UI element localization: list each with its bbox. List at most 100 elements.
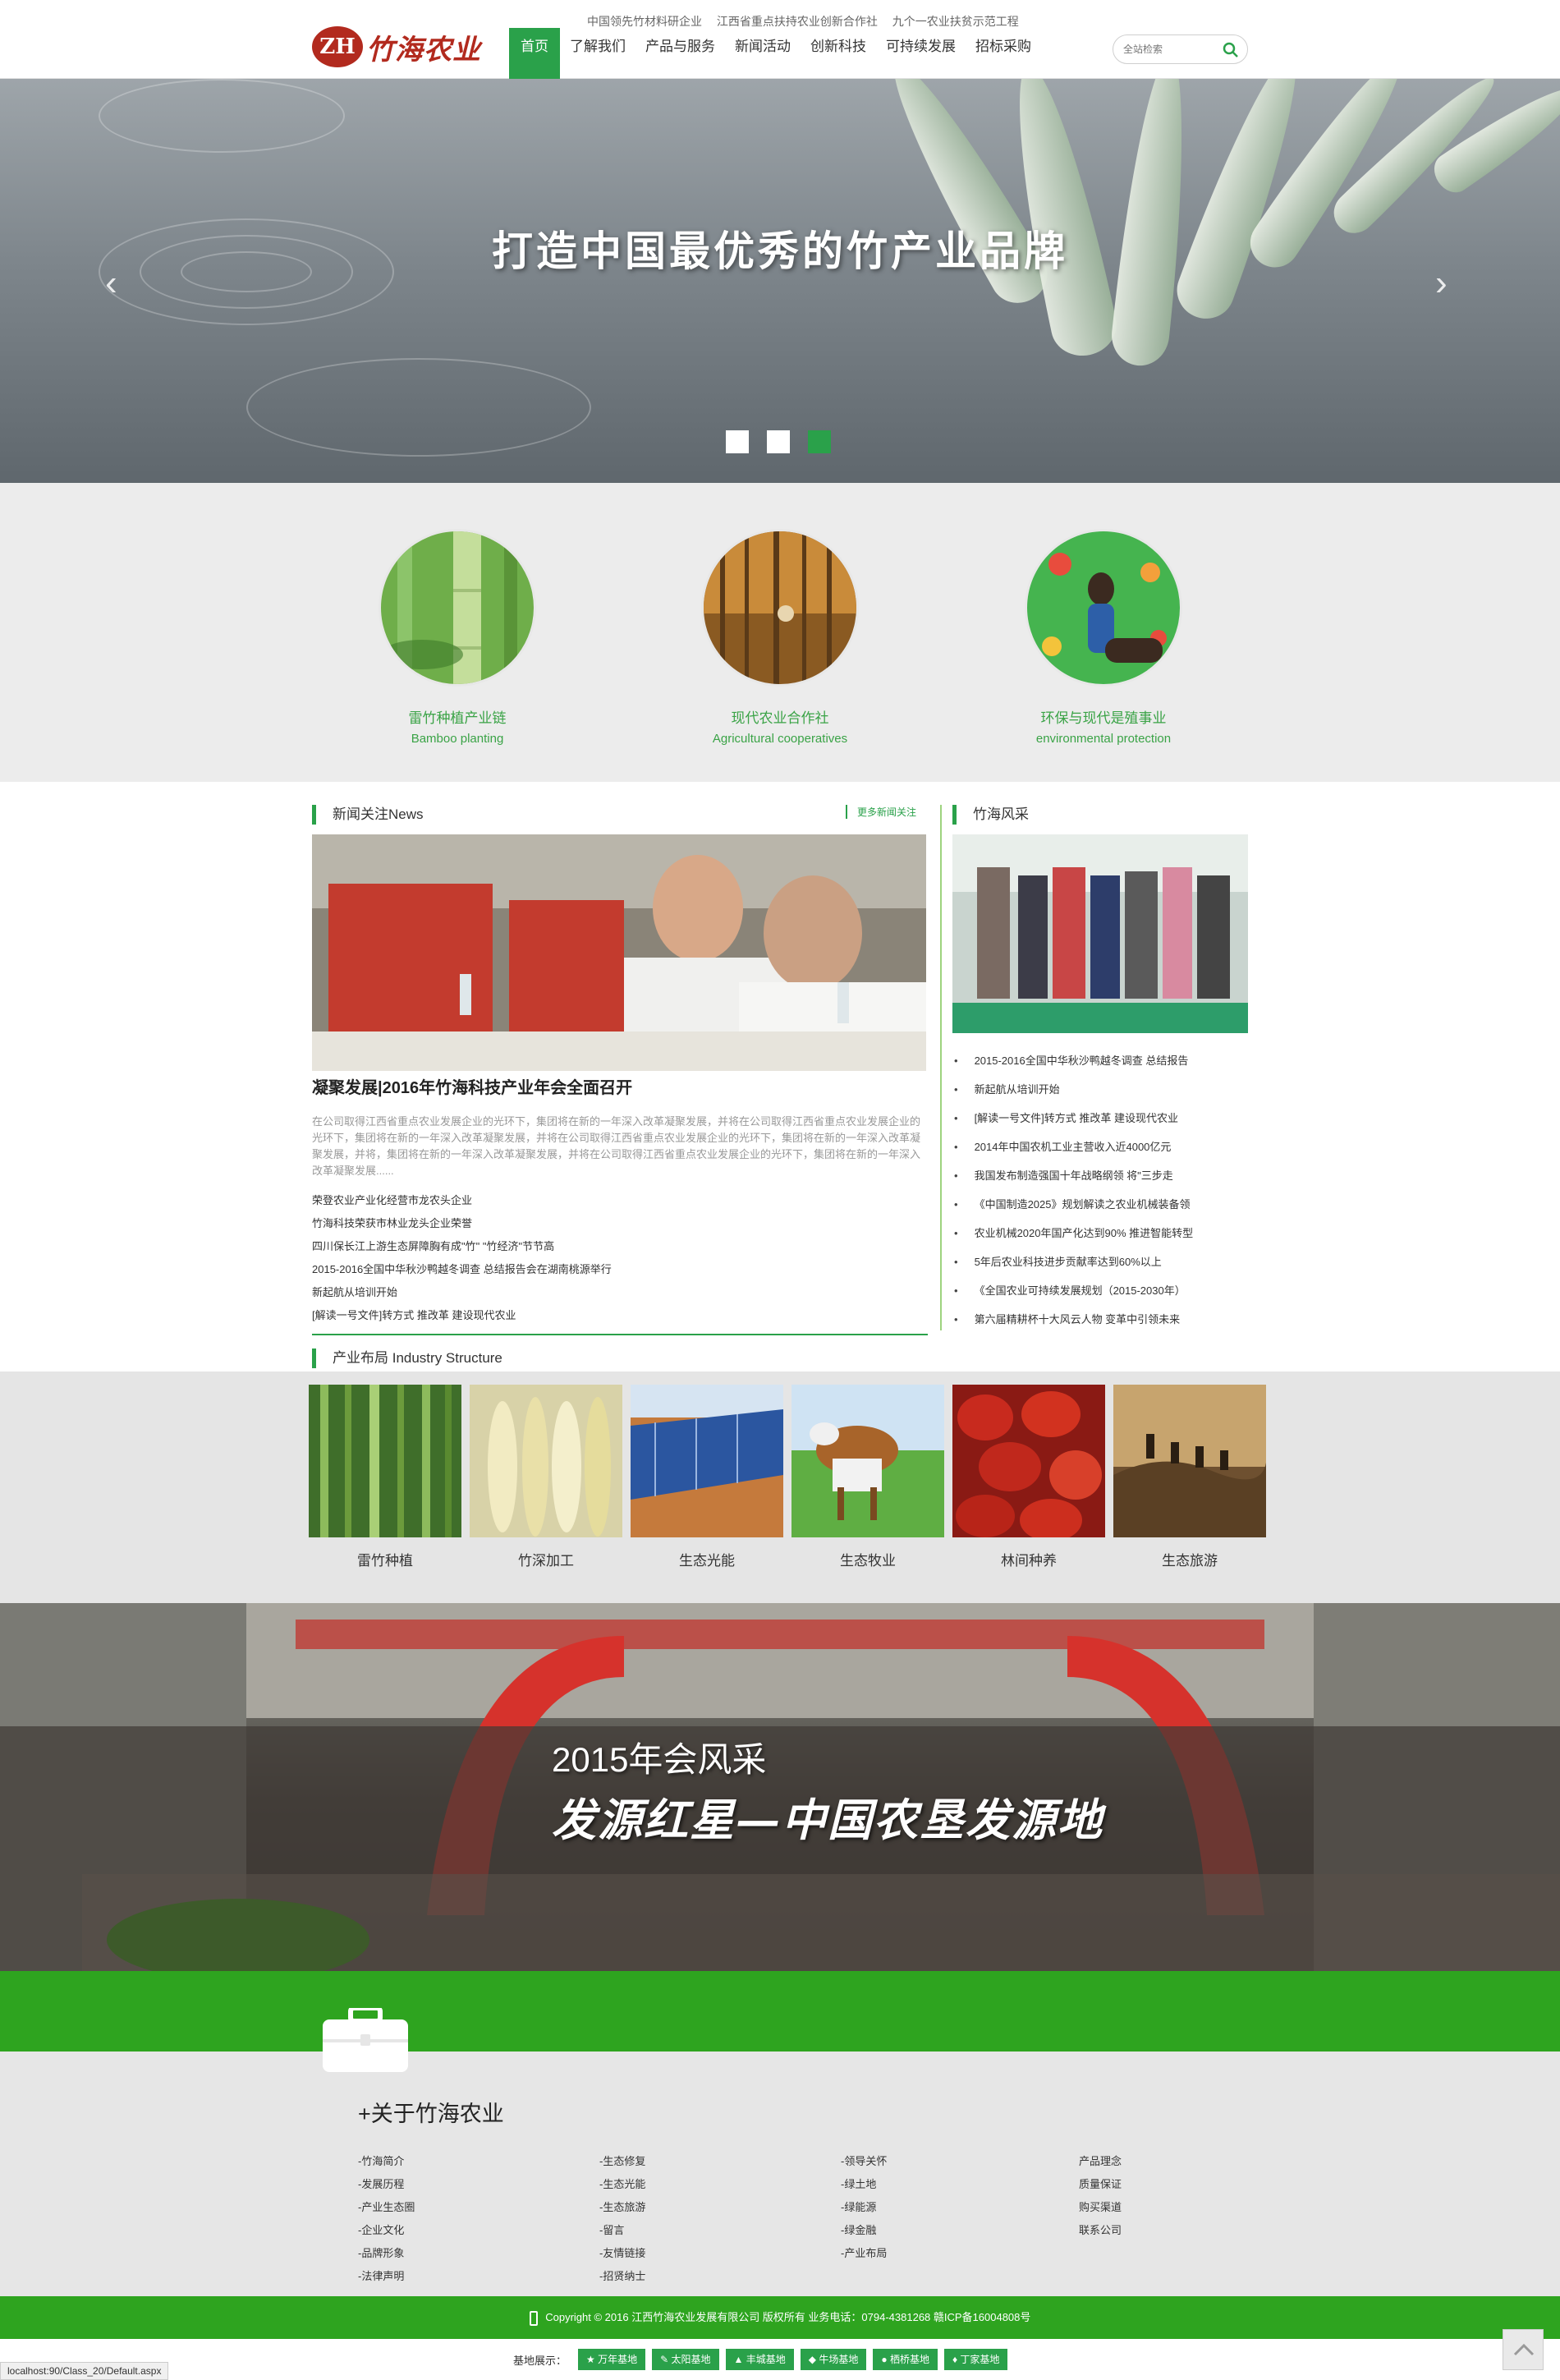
footer-link[interactable]: -发展历程 <box>358 2173 415 2196</box>
status-bar-url: localhost:90/Class_20/Default.aspx <box>0 2362 169 2380</box>
footer-link[interactable]: 联系公司 <box>1079 2219 1122 2242</box>
news-summary: 在公司取得江西省重点农业发展企业的光环下，集团将在新的一年深入改革凝聚发展，并将… <box>312 1115 921 1177</box>
side-list-item[interactable]: 第六届精耕杯十大风云人物 变革中引领未来 <box>952 1305 1248 1334</box>
base-button[interactable]: ● 栖桥基地 <box>873 2349 938 2370</box>
news-divider <box>312 1334 928 1335</box>
nav-procurement[interactable]: 招标采购 <box>966 28 1041 79</box>
feature-bamboo[interactable]: 雷竹种植产业链 Bamboo planting <box>359 529 556 746</box>
nav-sustainability[interactable]: 可持续发展 <box>876 28 966 79</box>
industry-item[interactable]: 生态旅游 <box>1113 1385 1266 1569</box>
base-button[interactable]: ★ 万年基地 <box>578 2349 646 2370</box>
banner-dot[interactable] <box>726 430 749 453</box>
news-featured-image[interactable] <box>312 834 926 1071</box>
banner-next-arrow[interactable]: › <box>1435 263 1448 304</box>
banner-title: 打造中国最优秀的竹产业品牌 <box>492 227 1068 275</box>
footer-link[interactable]: 产品理念 <box>1079 2150 1122 2173</box>
side-list-item[interactable]: 《全国农业可持续发展规划（2015-2030年） <box>952 1276 1248 1305</box>
side-list-item[interactable]: [解读一号文件]转方式 推改革 建设现代农业 <box>952 1104 1248 1133</box>
main-nav: 首页 了解我们 产品与服务 新闻活动 创新科技 可持续发展 招标采购 <box>509 28 1041 79</box>
news-list-item[interactable]: 竹海科技荣获市林业龙头企业荣誉 <box>312 1212 926 1235</box>
footer-main <box>0 2051 1560 2296</box>
industry-image <box>1113 1385 1266 1537</box>
site-header: ZH 竹海农业 中国领先竹材料研企业 江西省重点扶持农业创新合作社 九个一农业扶… <box>0 0 1560 79</box>
industry-image <box>309 1385 461 1537</box>
phone-icon <box>529 2310 538 2326</box>
footer-link[interactable]: 购买渠道 <box>1079 2196 1122 2219</box>
feature-environment[interactable]: 环保与现代是殖事业 environmental protection <box>1005 529 1202 746</box>
logo[interactable]: ZH 竹海农业 <box>312 23 493 71</box>
industry-image <box>470 1385 622 1537</box>
footer-link[interactable]: -生态修复 <box>599 2150 645 2173</box>
footer-link[interactable]: -绿土地 <box>841 2173 887 2196</box>
industry-label: 雷竹种植 <box>357 1553 413 1569</box>
nav-about[interactable]: 了解我们 <box>560 28 635 79</box>
footer-link[interactable]: -生态旅游 <box>599 2196 645 2219</box>
industry-item[interactable]: 林间种养 <box>952 1385 1105 1569</box>
news-list-item[interactable]: 荣登农业产业化经营市龙农头企业 <box>312 1189 926 1212</box>
feature-cooperative[interactable]: 现代农业合作社 Agricultural cooperatives <box>681 529 879 746</box>
banner-pagination <box>726 430 831 453</box>
footer-link[interactable]: -产业布局 <box>841 2242 887 2265</box>
search-icon[interactable] <box>1223 42 1239 58</box>
footer-link[interactable]: -竹海简介 <box>358 2150 415 2173</box>
footer-link[interactable]: -绿能源 <box>841 2196 887 2219</box>
base-button[interactable]: ✎ 太阳基地 <box>652 2349 719 2370</box>
logo-badge: ZH <box>312 26 363 67</box>
news-headline[interactable]: 凝聚发展|2016年竹海科技产业年会全面召开 <box>312 1074 632 1098</box>
hero-banner: 打造中国最优秀的竹产业品牌 ‹ › <box>0 79 1560 483</box>
news-list-item[interactable]: 新起航从培训开始 <box>312 1281 926 1304</box>
side-list-item[interactable]: 5年后农业科技进步贡献率达到60%以上 <box>952 1247 1248 1276</box>
feature-title: 雷竹种植产业链 <box>408 710 507 726</box>
footer-link[interactable]: -生态光能 <box>599 2173 645 2196</box>
base-button-label: 牛场基地 <box>819 2354 859 2365</box>
footer-link[interactable]: 质量保证 <box>1079 2173 1122 2196</box>
base-button[interactable]: ♦ 丁家基地 <box>943 2349 1008 2370</box>
side-list-item[interactable]: 《中国制造2025》规划解读之农业机械装备领 <box>952 1190 1248 1219</box>
side-list: 2015-2016全国中华秋沙鸭越冬调查 总结报告 新起航从培训开始 [解读一号… <box>952 1046 1248 1334</box>
footer-column: -竹海简介 -发展历程 -产业生态圈 -企业文化 -品牌形象 -法律声明 <box>358 2150 415 2288</box>
about-title: +关于竹海农业 <box>358 2102 504 2126</box>
base-button-label: 栖桥基地 <box>889 2354 929 2365</box>
nav-home[interactable]: 首页 <box>509 28 560 79</box>
side-list-item[interactable]: 2015-2016全国中华秋沙鸭越冬调查 总结报告 <box>952 1046 1248 1075</box>
base-button[interactable]: ▲ 丰城基地 <box>725 2349 794 2370</box>
banner-dot[interactable] <box>808 430 831 453</box>
search-input[interactable] <box>1123 42 1214 57</box>
footer-link[interactable]: -领导关怀 <box>841 2150 887 2173</box>
footer-link[interactable]: -品牌形象 <box>358 2242 415 2265</box>
news-more-link[interactable]: 更多新闻关注 <box>846 805 916 819</box>
header-tagline: 中国领先竹材料研企业 江西省重点扶持农业创新合作社 九个一农业扶贫示范工程 <box>587 13 1030 30</box>
industry-item[interactable]: 生态光能 <box>631 1385 783 1569</box>
footer-link[interactable]: -产业生态圈 <box>358 2196 415 2219</box>
copyright-text: Copyright © 2016 江西竹海农业发展有限公司 版权所有 业务电话：… <box>545 2311 1031 2323</box>
side-list-item[interactable]: 农业机械2020年国产化达到90% 推进智能转型 <box>952 1219 1248 1247</box>
nav-innovation[interactable]: 创新科技 <box>801 28 876 79</box>
side-list-item[interactable]: 新起航从培训开始 <box>952 1075 1248 1104</box>
back-to-top-button[interactable] <box>1503 2329 1544 2370</box>
footer-link[interactable]: -法律声明 <box>358 2265 415 2288</box>
footer-link[interactable]: -企业文化 <box>358 2219 415 2242</box>
tagline-item: 九个一农业扶贫示范工程 <box>892 15 1019 28</box>
side-list-item[interactable]: 2014年中国农机工业主营收入近4000亿元 <box>952 1133 1248 1161</box>
industry-item[interactable]: 雷竹种植 <box>309 1385 461 1569</box>
footer-link[interactable]: -友情链接 <box>599 2242 645 2265</box>
industry-item[interactable]: 竹深加工 <box>470 1385 622 1569</box>
chevron-up-icon <box>1513 2343 1535 2356</box>
news-list-item[interactable]: 四川保长江上游生态屏障胸有成"竹" "竹经济"节节高 <box>312 1235 926 1258</box>
banner-dot[interactable] <box>767 430 790 453</box>
news-list-item[interactable]: 2015-2016全国中华秋沙鸭越冬调查 总结报告会在湖南桃源举行 <box>312 1258 926 1281</box>
news-list-item[interactable]: [解读一号文件]转方式 推改革 建设现代农业 <box>312 1304 926 1327</box>
nav-news[interactable]: 新闻活动 <box>725 28 801 79</box>
base-button[interactable]: ◆ 牛场基地 <box>800 2349 867 2370</box>
footer-link[interactable]: -绿金融 <box>841 2219 887 2242</box>
side-list-item[interactable]: 我国发布制造强国十年战略纲领 将"三步走 <box>952 1161 1248 1190</box>
nav-products[interactable]: 产品与服务 <box>635 28 725 79</box>
side-featured-image[interactable] <box>952 834 1248 1033</box>
footer-link[interactable]: -招贤纳士 <box>599 2265 645 2288</box>
base-bar: 基地展示： ★ 万年基地 ✎ 太阳基地 ▲ 丰城基地 ◆ 牛场基地 ● 栖桥基地… <box>513 2349 1014 2370</box>
tagline-item: 江西省重点扶持农业创新合作社 <box>716 15 878 28</box>
banner-prev-arrow[interactable]: ‹ <box>105 263 117 304</box>
industry-item[interactable]: 生态牧业 <box>791 1385 944 1569</box>
industry-heading: 产业布局 Industry Structure <box>312 1349 502 1368</box>
footer-link[interactable]: -留言 <box>599 2219 645 2242</box>
